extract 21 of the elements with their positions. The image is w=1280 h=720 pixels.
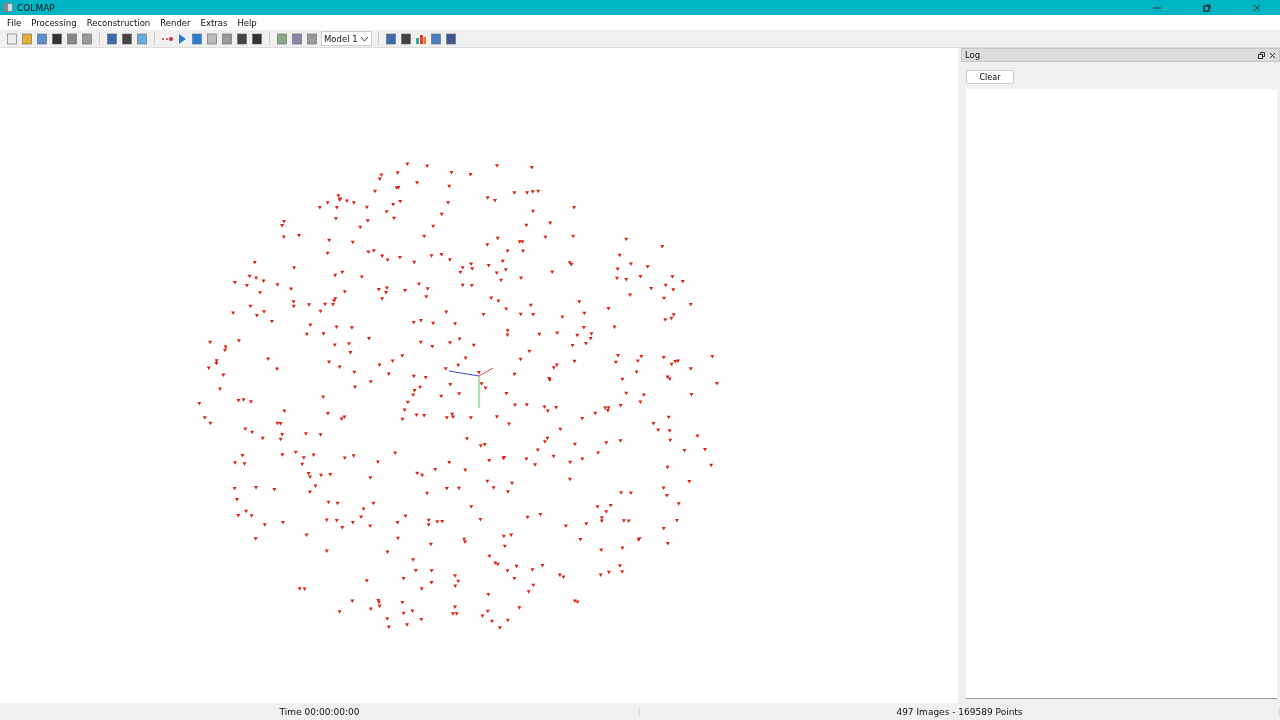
clear-button[interactable]: Clear: [966, 70, 1014, 84]
model-select[interactable]: Model 1: [321, 31, 372, 46]
menu-item[interactable]: Help: [232, 17, 262, 28]
menu-item[interactable]: Render: [155, 17, 196, 28]
log-title: Log: [965, 50, 982, 60]
summary-label: 497 Images - 169589 Points: [896, 706, 1023, 717]
bar-chart-icon[interactable]: [414, 32, 427, 45]
restore-icon[interactable]: [1202, 2, 1212, 13]
app-icon: [3, 3, 13, 12]
menu-item[interactable]: Reconstruction: [81, 17, 156, 28]
menu-item[interactable]: Extras: [195, 17, 233, 28]
caret-icon: [359, 35, 369, 42]
play-icon[interactable]: [176, 32, 188, 45]
doc-icon[interactable]: [6, 32, 18, 45]
menu-item[interactable]: Processing: [26, 17, 82, 28]
time-label: Time 00:00:00:00: [279, 706, 360, 717]
close-icon[interactable]: [1269, 51, 1276, 59]
menu-item[interactable]: File: [2, 17, 27, 28]
window-title: COLMAP: [17, 2, 56, 13]
float-icon[interactable]: [1258, 51, 1265, 59]
close-icon[interactable]: [1252, 2, 1262, 13]
